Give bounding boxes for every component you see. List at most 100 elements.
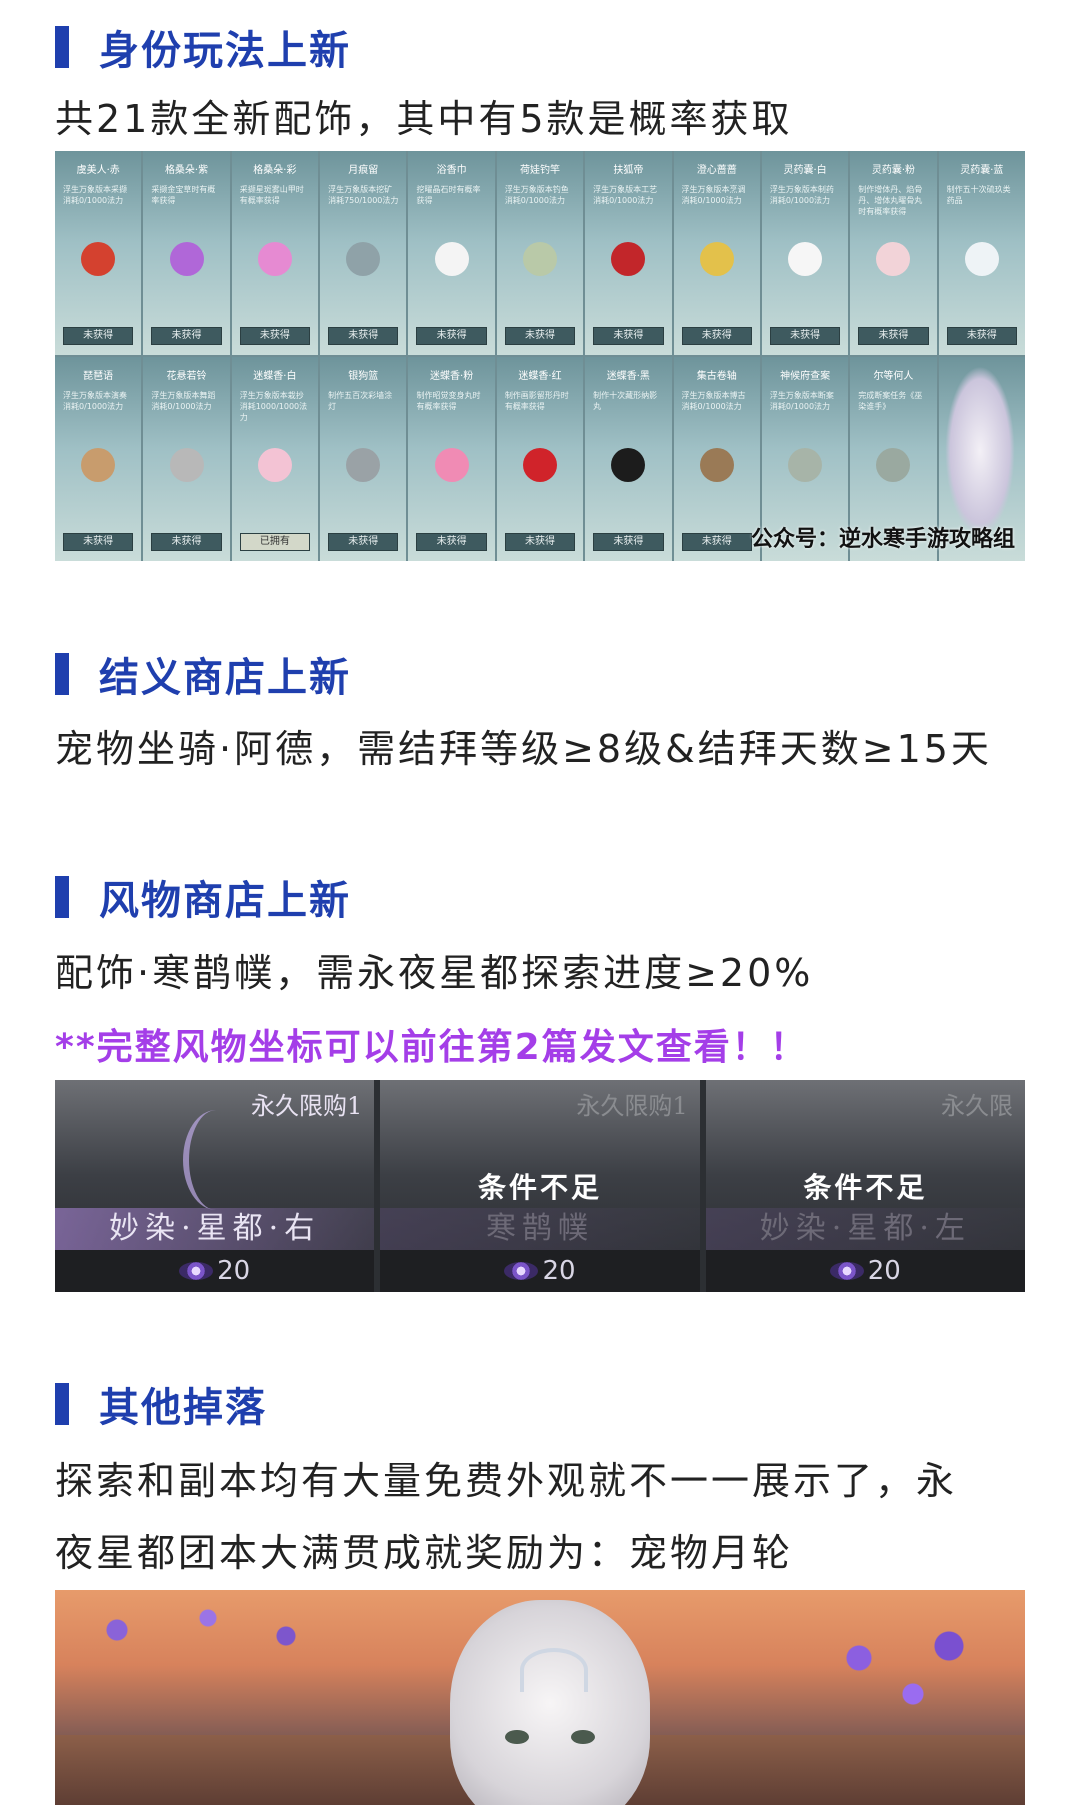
price-value: 20 bbox=[217, 1256, 251, 1286]
accessory-card[interactable]: 集古卷轴 浮生万象版本博古消耗0/1000法力 未获得 bbox=[673, 357, 760, 561]
section-header-other-drops: 其他掉落 bbox=[55, 1375, 267, 1433]
accessory-name: 尔等何人 bbox=[873, 371, 914, 382]
section-body: 宠物坐骑·阿德，需结拜等级≥8级&结拜天数≥15天 bbox=[55, 727, 992, 771]
accessory-description: 浮生万象版本挖矿消耗750/1000法力 bbox=[328, 185, 399, 205]
accessory-item-icon bbox=[788, 242, 823, 276]
flower-decoration bbox=[805, 1610, 985, 1730]
section-title: 结义商店上新 bbox=[99, 655, 351, 701]
accessory-name: 格桑朵·彩 bbox=[253, 165, 297, 176]
accessory-name: 格桑朵·紫 bbox=[164, 165, 209, 176]
accessory-item-icon bbox=[522, 242, 557, 276]
section-title: 风物商店上新 bbox=[99, 878, 351, 924]
accessory-description: 制作画影留形丹时有概率获得 bbox=[504, 391, 569, 411]
accessory-card[interactable]: 扶狐帝 浮生万象版本工艺消耗0/1000法力 未获得 bbox=[585, 151, 672, 355]
accessory-item-icon bbox=[522, 448, 557, 482]
accessory-grid: 虞美人·赤 浮生万象版本采撷消耗0/1000法力 未获得 格桑朵·紫 采撷金宝草时有概率… bbox=[55, 151, 1025, 561]
shop-item-card[interactable]: 永久限购1 妙染·星都·右 20 bbox=[55, 1080, 375, 1292]
accessory-status-badge: 未获得 bbox=[946, 327, 1017, 345]
section-note: **完整风物坐标可以前往第2篇发文查看！！ bbox=[55, 1027, 808, 1068]
accessory-description: 制作五十次硫玖类药品 bbox=[946, 185, 1011, 205]
accessory-name: 迷蝶香·黑 bbox=[606, 371, 650, 382]
section-body-line: 夜星都团本大满贯成就奖励为：宠物月轮 bbox=[55, 1531, 794, 1575]
accessory-card[interactable]: 格桑朵·紫采撷金宝草时有概率获得 未获得 bbox=[143, 151, 230, 355]
purchase-limit: 永久限购1 bbox=[251, 1092, 363, 1120]
accessory-description: 采撷星斑雾山甲时有概率获得 bbox=[239, 185, 304, 205]
accessory-card[interactable]: 灵药囊·粉 制作增体丹、焰骨丹、增体丸曜骨丸时有概率获得 未获得 bbox=[850, 151, 937, 355]
accessory-status-badge: 未获得 bbox=[416, 327, 487, 345]
accessory-card[interactable]: 虞美人·赤 浮生万象版本采撷消耗0/1000法力 未获得 bbox=[55, 151, 142, 355]
accessory-item-icon bbox=[169, 242, 204, 276]
accessory-status-badge: 未获得 bbox=[681, 327, 752, 345]
item-name: 妙染·星都·右 bbox=[55, 1208, 375, 1250]
shop-item-card[interactable]: 永久限购1 条件不足 寒鹊幞 20 bbox=[380, 1080, 700, 1292]
accessory-description: 浮生万象版本烹调消耗0/1000法力 bbox=[681, 185, 746, 205]
section-header-scenery-shop: 风物商店上新 bbox=[55, 868, 351, 926]
section-header-sworn-shop: 结义商店上新 bbox=[55, 645, 351, 703]
accessory-name: 集古卷轴 bbox=[696, 371, 737, 382]
accessory-description: 挖曜晶石时有概率获得 bbox=[416, 185, 481, 205]
accessory-status-badge: 未获得 bbox=[63, 327, 134, 345]
eye bbox=[505, 1730, 529, 1744]
accessory-card[interactable]: 浴香巾挖曜晶石时有概率获得 未获得 bbox=[408, 151, 495, 355]
accessory-card[interactable]: 灵药囊·蓝 制作五十次硫玖类药品 未获得 bbox=[938, 151, 1025, 355]
pet-cat bbox=[450, 1600, 650, 1805]
watermark: 公众号：逆水寒手游攻略组 bbox=[750, 526, 1015, 552]
section-marker bbox=[55, 26, 69, 68]
eye bbox=[571, 1730, 595, 1744]
accessory-status-badge: 未获得 bbox=[151, 327, 222, 345]
accessory-card[interactable]: 荷娃钓竿 浮生万象版本钓鱼消耗0/1000法力 未获得 bbox=[496, 151, 584, 355]
accessory-card[interactable]: 格桑朵·彩 采撷星斑雾山甲时有概率获得 未获得 bbox=[231, 151, 319, 355]
accessory-status-badge: 未获得 bbox=[328, 533, 399, 551]
section-marker bbox=[55, 653, 69, 695]
item-name: 妙染·星都·左 bbox=[705, 1208, 1025, 1250]
accessory-name: 银狗篮 bbox=[348, 371, 379, 382]
accessory-card[interactable]: 月痕留 浮生万象版本挖矿消耗750/1000法力 未获得 bbox=[320, 151, 407, 355]
accessory-description: 完成断案任务《巫染谁手》 bbox=[858, 391, 923, 411]
accessory-name: 迷蝶香·红 bbox=[518, 371, 562, 382]
shop-item-card[interactable]: 永久限 条件不足 妙染·星都·左 20 bbox=[705, 1080, 1025, 1292]
section-header-identity: 身份玩法上新 bbox=[55, 18, 351, 76]
currency-eye-icon bbox=[504, 1262, 539, 1280]
accessory-name: 神候府查案 bbox=[780, 371, 831, 382]
accessory-card[interactable]: 迷蝶香·红 制作画影留形丹时有概率获得 未获得 bbox=[496, 357, 584, 561]
accessory-status-badge: 未获得 bbox=[504, 327, 576, 345]
accessory-item-icon bbox=[169, 448, 204, 482]
section-marker bbox=[55, 876, 69, 918]
accessory-description: 制作十次藏形纳影丸 bbox=[593, 391, 658, 411]
accessory-status-badge: 未获得 bbox=[593, 533, 664, 551]
pet-eyes bbox=[505, 1730, 595, 1744]
character-figure bbox=[945, 366, 1015, 536]
section-body-line: 探索和副本均有大量免费外观就不一一展示了，永 bbox=[55, 1459, 958, 1503]
accessory-card[interactable]: 迷蝶香·白 浮生万象版本栽抄消耗1000/1000法力 已拥有 bbox=[231, 357, 319, 561]
accessory-item-icon bbox=[699, 448, 734, 482]
accessory-item-icon bbox=[257, 242, 292, 276]
item-name: 寒鹊幞 bbox=[380, 1208, 700, 1250]
accessory-card[interactable]: 花悬若铃 浮生万象版本舞蹈消耗0/1000法力 未获得 bbox=[143, 357, 230, 561]
accessory-description: 浮生万象版本断案消耗0/1000法力 bbox=[769, 391, 834, 411]
accessory-name: 扶狐帝 bbox=[613, 165, 644, 176]
accessory-card[interactable]: 灵药囊·白 浮生万象版本制药消耗0/1000法力 未获得 bbox=[761, 151, 849, 355]
accessory-card[interactable]: 迷蝶香·粉 制作昭觉变身丸时有概率获得 未获得 bbox=[408, 357, 495, 561]
tiara-icon bbox=[520, 1648, 588, 1692]
price-tag: 20 bbox=[380, 1250, 700, 1292]
accessory-name: 灵药囊·白 bbox=[783, 165, 827, 176]
accessory-description: 制作昭觉变身丸时有概率获得 bbox=[416, 391, 481, 411]
accessory-item-icon bbox=[699, 242, 734, 276]
section-body: 配饰·寒鹊幞，需永夜星都探索进度≥20% bbox=[55, 951, 814, 995]
accessory-card[interactable]: 澄心蔷蔷 浮生万象版本烹调消耗0/1000法力 未获得 bbox=[673, 151, 760, 355]
accessory-description: 制作增体丹、焰骨丹、增体丸曜骨丸时有概率获得 bbox=[858, 185, 923, 216]
accessory-name: 迷蝶香·白 bbox=[253, 371, 297, 382]
accessory-status-badge: 未获得 bbox=[769, 327, 841, 345]
accessory-card[interactable]: 银狗篮 制作五百次彩墙涂灯 未获得 bbox=[320, 357, 407, 561]
section-title: 身份玩法上新 bbox=[99, 28, 351, 74]
accessory-status-badge: 未获得 bbox=[328, 327, 399, 345]
accessory-description: 浮生万象版本栽抄消耗1000/1000法力 bbox=[239, 391, 308, 422]
accessory-item-icon bbox=[964, 242, 999, 276]
accessory-card[interactable]: 琵琶语 浮生万象版本演奏消耗0/1000法力 未获得 bbox=[55, 357, 142, 561]
accessory-description: 采撷金宝草时有概率获得 bbox=[151, 185, 216, 205]
accessory-name: 迷蝶香·粉 bbox=[430, 371, 474, 382]
accessory-item-icon bbox=[434, 242, 469, 276]
accessory-name: 浴香巾 bbox=[436, 165, 467, 176]
accessory-item-icon bbox=[257, 448, 292, 482]
accessory-card[interactable]: 迷蝶香·黑制作十次藏形纳影丸 未获得 bbox=[585, 357, 672, 561]
